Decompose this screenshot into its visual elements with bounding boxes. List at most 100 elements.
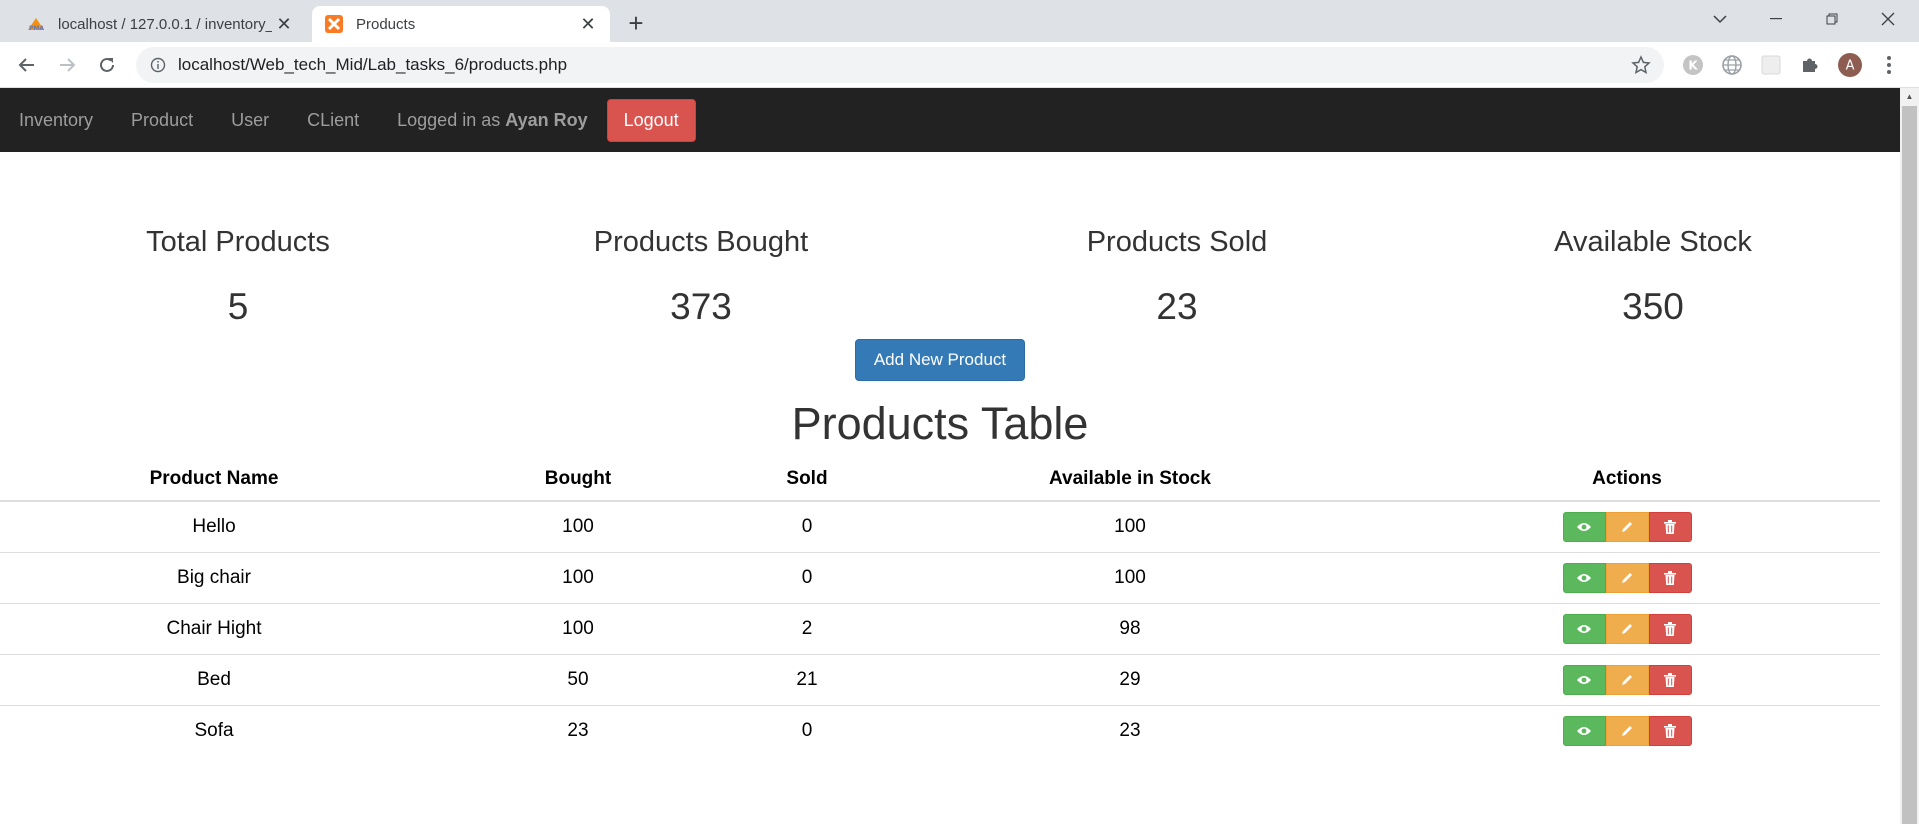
stats-row: Total Products 5 Products Bought 373 Pro… <box>0 224 1900 344</box>
scrollbar-thumb[interactable] <box>1902 106 1917 824</box>
close-icon[interactable]: ✕ <box>576 12 600 36</box>
logged-in-status: Logged in as Ayan Roy <box>378 110 606 131</box>
minimize-button[interactable] <box>1753 0 1799 38</box>
delete-button[interactable] <box>1648 715 1692 746</box>
column-header-bought: Bought <box>428 458 728 502</box>
column-header-product-name: Product Name <box>0 458 428 502</box>
stat-value: 350 <box>1622 286 1684 327</box>
new-tab-button[interactable]: + <box>622 8 650 38</box>
logged-in-label: Logged in as <box>397 109 501 130</box>
info-icon[interactable] <box>150 57 166 73</box>
cell-sold: 0 <box>728 551 886 603</box>
cell-bought: 100 <box>428 500 728 552</box>
edit-button[interactable] <box>1605 562 1649 593</box>
svg-text:A: A <box>1846 59 1855 74</box>
profile-avatar[interactable]: A <box>1838 53 1862 77</box>
svg-text:K: K <box>1688 59 1698 73</box>
close-icon[interactable]: ✕ <box>272 12 296 36</box>
view-button[interactable] <box>1562 613 1606 644</box>
view-button[interactable] <box>1562 715 1606 746</box>
nav-link-product[interactable]: Product <box>112 88 212 152</box>
menu-dots-icon[interactable] <box>1877 53 1901 77</box>
page-scrollbar[interactable]: ▲ <box>1900 88 1919 824</box>
puzzle-icon[interactable] <box>1798 53 1822 77</box>
bookmark-star-icon[interactable] <box>1630 54 1652 76</box>
scroll-up-arrow-icon[interactable]: ▲ <box>1900 88 1919 105</box>
eye-icon <box>1577 522 1591 531</box>
cell-available: 100 <box>886 551 1374 603</box>
view-button[interactable] <box>1562 511 1606 542</box>
tab-search-icon[interactable] <box>1697 0 1743 38</box>
back-arrow-icon[interactable] <box>12 50 42 80</box>
cell-available: 29 <box>886 653 1374 705</box>
cell-actions <box>1374 551 1880 603</box>
add-new-product-button[interactable]: Add New Product <box>855 339 1025 381</box>
close-window-button[interactable] <box>1865 0 1911 38</box>
stat-products-sold: Products Sold 23 <box>939 224 1415 329</box>
logout-button[interactable]: Logout <box>606 98 696 142</box>
phpmyadmin-icon: PMA <box>26 14 46 34</box>
xampp-icon <box>324 14 344 34</box>
edit-button[interactable] <box>1605 613 1649 644</box>
browser-tab-phpmyadmin[interactable]: PMA localhost / 127.0.0.1 / inventory_r … <box>8 6 306 42</box>
eye-icon <box>1577 624 1591 633</box>
restore-button[interactable] <box>1809 0 1855 38</box>
delete-button[interactable] <box>1648 664 1692 695</box>
nav-link-inventory[interactable]: Inventory <box>0 88 112 152</box>
cell-actions <box>1374 704 1880 756</box>
stat-value: 5 <box>227 286 249 327</box>
table-row: Hello 100 0 100 <box>0 500 1880 552</box>
eye-icon <box>1577 675 1591 684</box>
delete-button[interactable] <box>1648 562 1692 593</box>
edit-button[interactable] <box>1605 511 1649 542</box>
stat-available-stock: Available Stock 350 <box>1415 224 1891 329</box>
address-bar[interactable]: localhost/Web_tech_Mid/Lab_tasks_6/produ… <box>136 47 1664 83</box>
cell-product-name: Chair Hight <box>0 602 428 654</box>
cell-bought: 100 <box>428 551 728 603</box>
cell-available: 23 <box>886 704 1374 756</box>
table-row: Big chair 100 0 100 <box>0 551 1880 603</box>
view-button[interactable] <box>1562 664 1606 695</box>
trash-icon <box>1664 519 1676 534</box>
app-navbar: Inventory Product User CLient Logged in … <box>0 88 1900 152</box>
trash-icon <box>1664 723 1676 738</box>
table-row: Chair Hight 100 2 98 <box>0 602 1880 654</box>
table-row: Sofa 23 0 23 <box>0 704 1880 756</box>
extension-k-icon[interactable]: K <box>1681 53 1705 77</box>
page-viewport: Inventory Product User CLient Logged in … <box>0 88 1900 824</box>
reload-icon[interactable] <box>92 50 122 80</box>
trash-icon <box>1664 570 1676 585</box>
stat-value: 373 <box>670 286 732 327</box>
nav-link-client[interactable]: CLient <box>288 88 378 152</box>
cell-bought: 23 <box>428 704 728 756</box>
url-text: localhost/Web_tech_Mid/Lab_tasks_6/produ… <box>178 55 568 74</box>
cell-product-name: Bed <box>0 653 428 705</box>
cell-product-name: Hello <box>0 500 428 552</box>
stat-label: Total Products <box>146 226 330 258</box>
trash-icon <box>1664 672 1676 687</box>
cell-sold: 0 <box>728 500 886 552</box>
cell-actions <box>1374 500 1880 552</box>
edit-button[interactable] <box>1605 664 1649 695</box>
column-header-sold: Sold <box>728 458 886 502</box>
view-button[interactable] <box>1562 562 1606 593</box>
edit-button[interactable] <box>1605 715 1649 746</box>
products-table: Product Name Bought Sold Available in St… <box>0 458 1880 756</box>
pencil-icon <box>1622 623 1632 634</box>
table-header-row: Product Name Bought Sold Available in St… <box>0 458 1880 502</box>
forward-arrow-icon[interactable] <box>52 50 82 80</box>
delete-button[interactable] <box>1648 613 1692 644</box>
nav-link-user[interactable]: User <box>212 88 288 152</box>
browser-tab-products[interactable]: Products ✕ <box>312 6 610 42</box>
browser-toolbar: localhost/Web_tech_Mid/Lab_tasks_6/produ… <box>0 42 1919 88</box>
cell-bought: 100 <box>428 602 728 654</box>
globe-icon[interactable] <box>1720 53 1744 77</box>
eye-icon <box>1577 726 1591 735</box>
delete-button[interactable] <box>1648 511 1692 542</box>
browser-tab-strip: PMA localhost / 127.0.0.1 / inventory_r … <box>0 0 1919 42</box>
cell-product-name: Big chair <box>0 551 428 603</box>
stat-value: 23 <box>1156 286 1198 327</box>
cell-actions <box>1374 602 1880 654</box>
cell-product-name: Sofa <box>0 704 428 756</box>
extension-blank-icon[interactable] <box>1759 53 1783 77</box>
